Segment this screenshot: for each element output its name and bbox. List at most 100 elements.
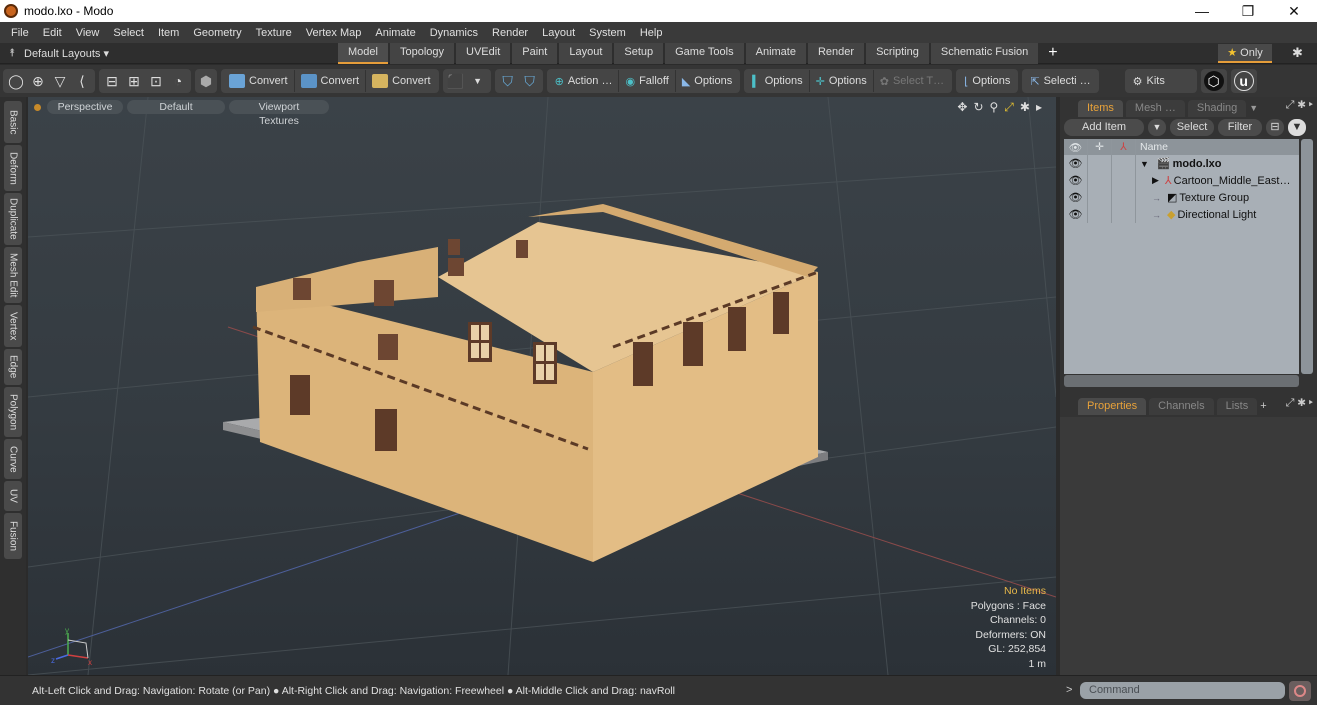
eye-icon[interactable]: 👁	[1064, 172, 1088, 189]
add-item-button[interactable]: Add Item	[1064, 119, 1144, 136]
panel-gear-icon[interactable]: ✱	[1298, 99, 1306, 111]
expander[interactable]: ▶	[1152, 175, 1159, 186]
edge-icon[interactable]: ⊡	[146, 71, 166, 91]
panel-arrow-icon[interactable]: ▸	[1309, 397, 1313, 409]
tab-topology[interactable]: Topology	[389, 42, 455, 64]
center-icon[interactable]: ⊞	[124, 71, 144, 91]
menu-geometry[interactable]: Geometry	[186, 27, 248, 39]
menu-help[interactable]: Help	[633, 27, 670, 39]
symmetry-icon[interactable]: ⛉	[498, 71, 518, 91]
menu-layout[interactable]: Layout	[535, 27, 582, 39]
chevron-down-icon[interactable]: ▼	[468, 71, 488, 91]
select-vertices-icon[interactable]: ◯	[6, 71, 26, 91]
palette-tab-polygon[interactable]: Polygon	[4, 387, 22, 437]
viewport-gear-icon[interactable]: ✱	[1020, 100, 1030, 115]
tab-mesh[interactable]: Mesh …	[1125, 100, 1185, 117]
eye-icon[interactable]: 👁	[1064, 155, 1088, 172]
menu-render[interactable]: Render	[485, 27, 535, 39]
palette-tab-vertex[interactable]: Vertex	[4, 305, 22, 347]
palette-tab-uv[interactable]: UV	[4, 481, 22, 511]
tab-shading[interactable]: Shading	[1187, 100, 1247, 117]
palette-tab-deform[interactable]: Deform	[4, 145, 22, 191]
lock-column-icon[interactable]: ✛	[1088, 139, 1112, 155]
collapse-icon[interactable]: ⊟	[1266, 119, 1284, 136]
eye-icon[interactable]: 👁	[1064, 206, 1088, 223]
tab-items[interactable]: Items	[1078, 100, 1123, 117]
tab-lists[interactable]: Lists	[1216, 398, 1258, 415]
rotate-icon[interactable]: ↻	[973, 100, 983, 115]
add-tab-button[interactable]: +	[1040, 43, 1065, 64]
tab-channels[interactable]: Channels	[1149, 398, 1214, 415]
maximize-icon[interactable]: ⤢	[1004, 100, 1014, 115]
palette-tab-edge[interactable]: Edge	[4, 349, 22, 385]
horizontal-scrollbar[interactable]	[1064, 375, 1299, 387]
selection-sets-button[interactable]: ⇱ Selecti …	[1024, 70, 1096, 92]
maximize-panel-icon[interactable]: ⤢	[1286, 99, 1295, 111]
collapse-layout-icon[interactable]: ⯭	[0, 47, 24, 60]
palette-tab-curve[interactable]: Curve	[4, 439, 22, 479]
type-column-icon[interactable]: ⅄	[1112, 139, 1136, 155]
menu-item[interactable]: Item	[151, 27, 186, 39]
snapping-icon[interactable]: ⛉	[520, 71, 540, 91]
unreal-icon[interactable]: u	[1233, 71, 1254, 91]
select-through-button[interactable]: ✿ Select T…	[874, 70, 950, 92]
list-item[interactable]: 👁 ▶ ⅄ Cartoon_Middle_East…	[1064, 172, 1299, 189]
kits-button[interactable]: ⚙ Kits	[1127, 70, 1171, 92]
minimize-button[interactable]: —	[1179, 0, 1225, 22]
visibility-column-icon[interactable]: 👁	[1064, 139, 1088, 155]
palette-tab-basic[interactable]: Basic	[4, 101, 22, 143]
palette-tab-mesh-edit[interactable]: Mesh Edit	[4, 247, 22, 303]
tab-paint[interactable]: Paint	[512, 42, 558, 64]
menu-vertex-map[interactable]: Vertex Map	[299, 27, 369, 39]
funnel-icon[interactable]: ▼	[1288, 119, 1306, 136]
pivot-icon[interactable]: ⊟	[102, 71, 122, 91]
tab-layout[interactable]: Layout	[559, 42, 613, 64]
palette-tab-duplicate[interactable]: Duplicate	[4, 193, 22, 245]
select-button[interactable]: Select	[1170, 119, 1214, 136]
view-type-dropdown[interactable]: Perspective	[47, 100, 123, 114]
action-center-button[interactable]: ⊕ Action …	[549, 70, 620, 92]
maximize-panel-icon[interactable]: ⤢	[1286, 397, 1295, 409]
select-polygons-icon[interactable]: ▽	[50, 71, 70, 91]
menu-select[interactable]: Select	[106, 27, 151, 39]
snap-options-button[interactable]: ◣ Options	[676, 70, 738, 92]
expand-arrow-icon[interactable]: ▸	[1036, 100, 1042, 115]
vertical-scrollbar[interactable]	[1301, 139, 1313, 374]
add-tab-button[interactable]: +	[1260, 400, 1266, 412]
unity-icon[interactable]: ⬡	[1203, 71, 1224, 91]
falloff-button[interactable]: ◉ Falloff	[619, 70, 676, 92]
tab-game-tools[interactable]: Game Tools	[665, 42, 744, 64]
shading-dropdown[interactable]: Default	[127, 100, 225, 114]
name-column-header[interactable]: Name	[1140, 141, 1168, 153]
workplane-options-button[interactable]: ▍ Options	[746, 70, 810, 92]
panel-gear-icon[interactable]: ✱	[1298, 397, 1306, 409]
menu-view[interactable]: View	[69, 27, 107, 39]
tab-uvedit[interactable]: UVEdit	[456, 42, 511, 64]
menu-system[interactable]: System	[582, 27, 633, 39]
eye-icon[interactable]: 👁	[1064, 189, 1088, 206]
filter-button[interactable]: Filter	[1218, 119, 1262, 136]
menu-animate[interactable]: Animate	[368, 27, 422, 39]
3d-viewport[interactable]: Perspective Default Viewport Textures ✥ …	[28, 97, 1056, 675]
cube-icon[interactable]: ⬛	[446, 71, 466, 91]
tab-setup[interactable]: Setup	[614, 42, 664, 64]
convert-button-2[interactable]: Convert	[295, 70, 367, 92]
default-layouts-dropdown[interactable]: Default Layouts ▾	[24, 47, 314, 60]
tab-model[interactable]: Model	[338, 42, 388, 64]
menu-texture[interactable]: Texture	[249, 27, 299, 39]
menu-dynamics[interactable]: Dynamics	[423, 27, 485, 39]
convert-button-3[interactable]: Convert	[366, 70, 437, 92]
add-item-dropdown[interactable]: ▼	[1148, 119, 1166, 136]
restore-button[interactable]: ❐	[1225, 0, 1271, 22]
tabs-dropdown-icon[interactable]: ▼	[1249, 103, 1258, 113]
select-items-icon[interactable]: ⟨	[72, 71, 92, 91]
tab-render[interactable]: Render	[807, 42, 865, 64]
tab-schematic-fusion[interactable]: Schematic Fusion	[930, 42, 1039, 64]
bounds-options-button[interactable]: ⌊ Options	[958, 70, 1016, 92]
panel-arrow-icon[interactable]: ▸	[1309, 99, 1313, 111]
menu-edit[interactable]: Edit	[36, 27, 69, 39]
tab-scripting[interactable]: Scripting	[866, 42, 929, 64]
command-input[interactable]: Command	[1080, 682, 1285, 699]
tab-properties[interactable]: Properties	[1078, 398, 1147, 415]
select-edges-icon[interactable]: ⊕	[28, 71, 48, 91]
